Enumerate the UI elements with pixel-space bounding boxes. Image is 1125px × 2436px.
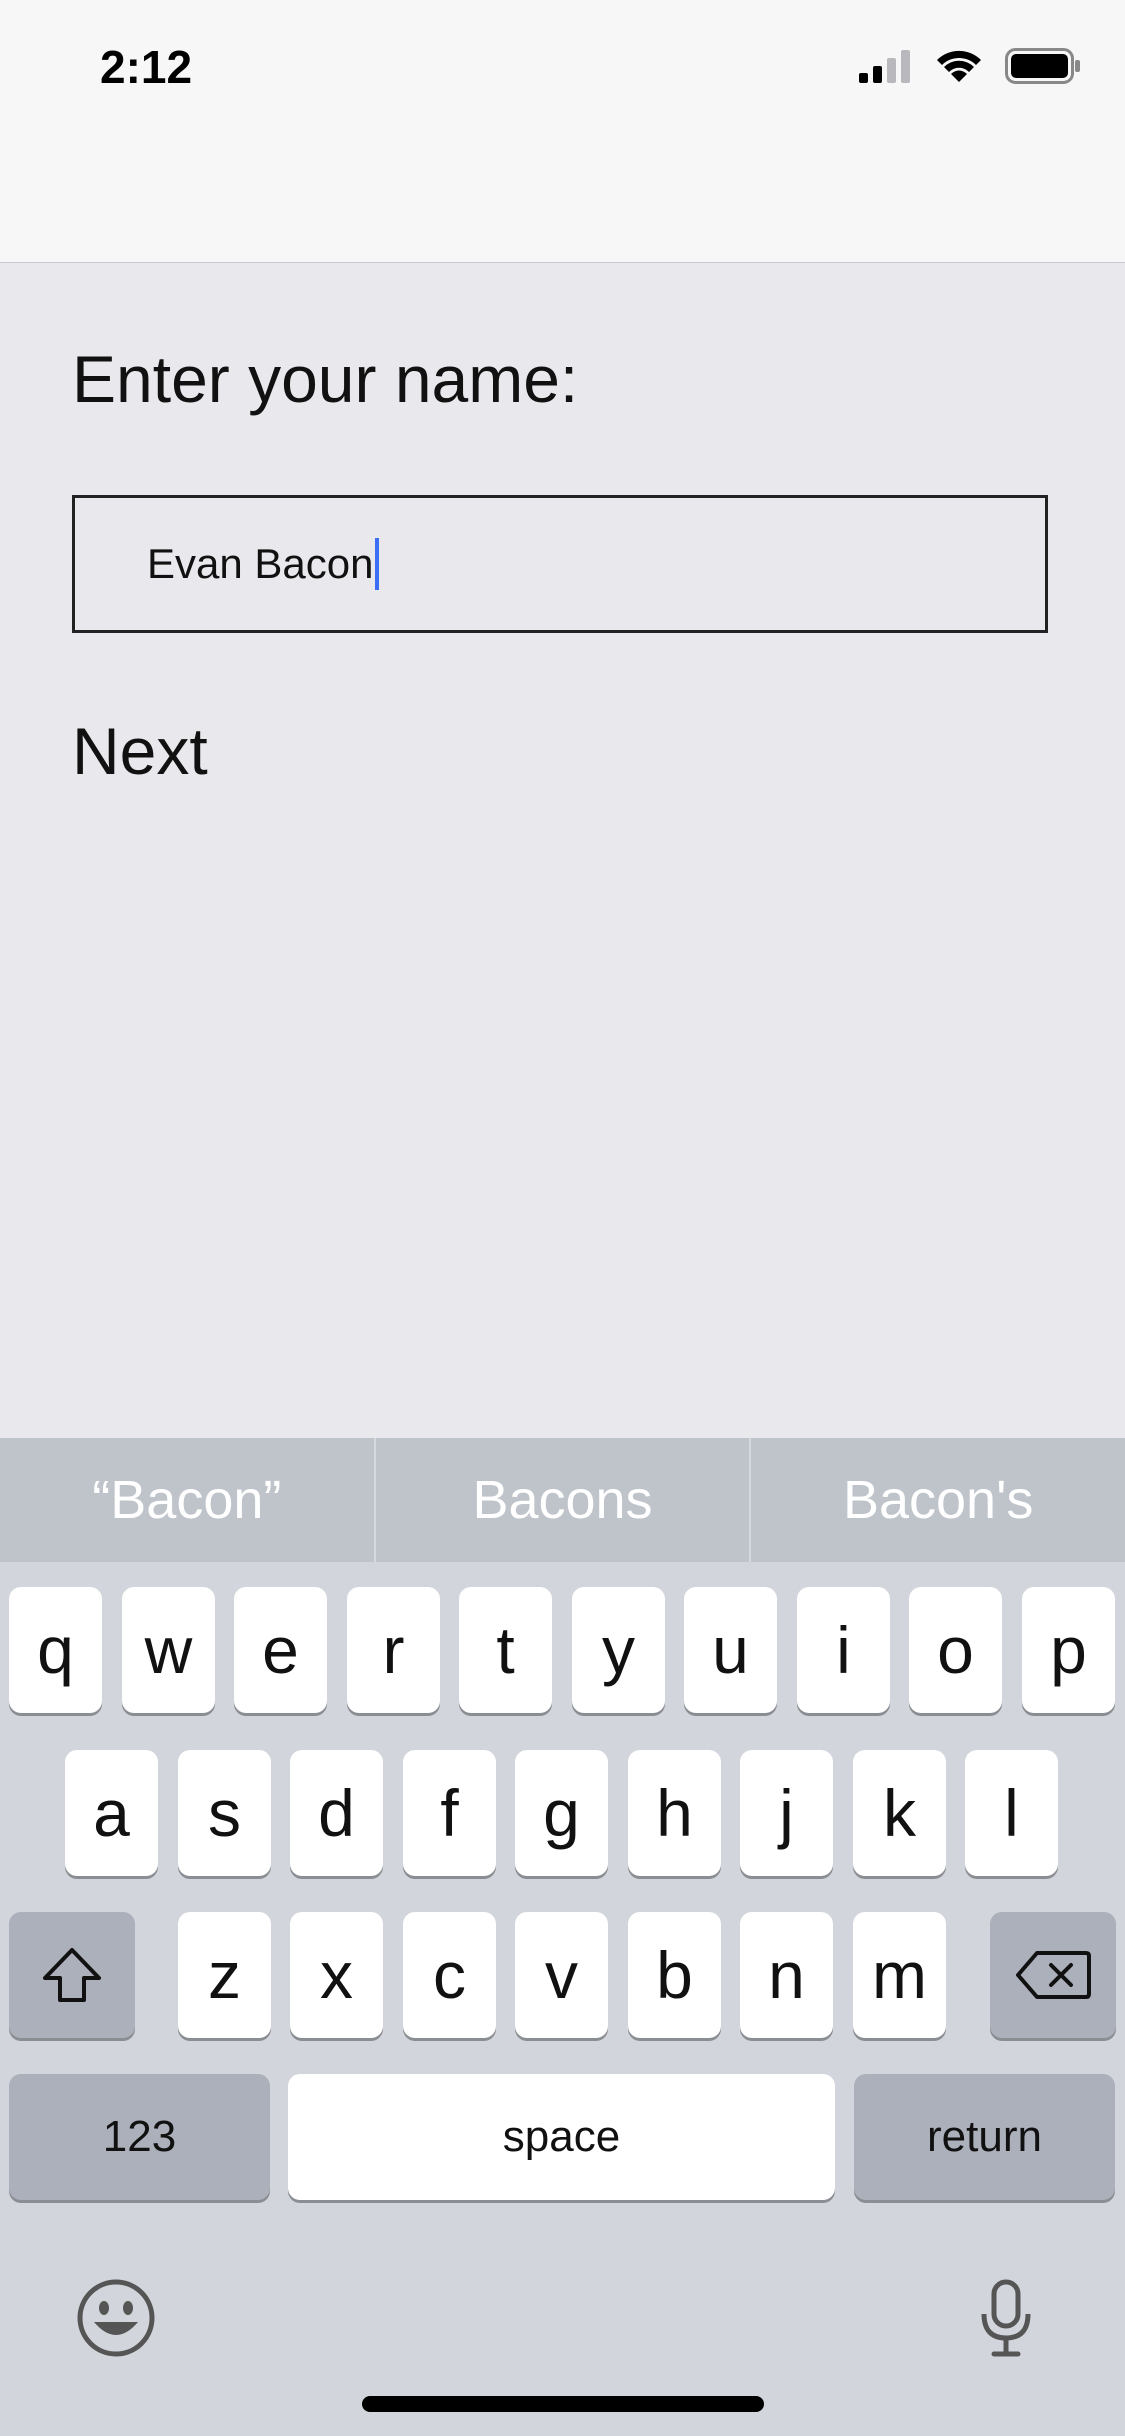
name-prompt: Enter your name: bbox=[72, 342, 579, 416]
key-z[interactable]: z bbox=[178, 1912, 271, 2038]
key-j[interactable]: j bbox=[740, 1750, 833, 1876]
numbers-key[interactable]: 123 bbox=[9, 2074, 270, 2200]
next-button[interactable]: Next bbox=[72, 713, 208, 789]
key-x[interactable]: x bbox=[290, 1912, 383, 2038]
key-f[interactable]: f bbox=[403, 1750, 496, 1876]
dictation-button[interactable] bbox=[978, 2278, 1034, 2358]
suggestion-item[interactable]: “Bacon” bbox=[0, 1438, 374, 1562]
key-c[interactable]: c bbox=[403, 1912, 496, 2038]
key-d[interactable]: d bbox=[290, 1750, 383, 1876]
key-p[interactable]: p bbox=[1022, 1587, 1115, 1713]
key-s[interactable]: s bbox=[178, 1750, 271, 1876]
key-n[interactable]: n bbox=[740, 1912, 833, 2038]
suggestion-item[interactable]: Bacon's bbox=[749, 1438, 1125, 1562]
key-a[interactable]: a bbox=[65, 1750, 158, 1876]
key-e[interactable]: e bbox=[234, 1587, 327, 1713]
key-o[interactable]: o bbox=[909, 1587, 1002, 1713]
text-cursor bbox=[374, 538, 379, 590]
emoji-icon bbox=[77, 2279, 155, 2357]
key-y[interactable]: y bbox=[572, 1587, 665, 1713]
suggestion-item[interactable]: Bacons bbox=[373, 1438, 750, 1562]
key-q[interactable]: q bbox=[9, 1587, 102, 1713]
return-key[interactable]: return bbox=[854, 2074, 1115, 2200]
emoji-button[interactable] bbox=[76, 2278, 156, 2358]
delete-icon bbox=[1016, 1951, 1091, 1999]
key-k[interactable]: k bbox=[853, 1750, 946, 1876]
home-indicator[interactable] bbox=[362, 2396, 764, 2412]
name-form: Enter your name: Evan Bacon Next bbox=[0, 263, 1125, 1438]
key-i[interactable]: i bbox=[797, 1587, 890, 1713]
status-icons bbox=[859, 48, 1081, 84]
name-input[interactable]: Evan Bacon bbox=[72, 495, 1048, 633]
wifi-icon bbox=[937, 50, 981, 82]
battery-icon bbox=[1005, 48, 1080, 84]
shift-key[interactable] bbox=[9, 1912, 135, 2038]
key-h[interactable]: h bbox=[628, 1750, 721, 1876]
status-time: 2:12 bbox=[100, 41, 193, 93]
key-v[interactable]: v bbox=[515, 1912, 608, 2038]
key-l[interactable]: l bbox=[965, 1750, 1058, 1876]
key-g[interactable]: g bbox=[515, 1750, 608, 1876]
key-r[interactable]: r bbox=[347, 1587, 440, 1713]
delete-key[interactable] bbox=[990, 1912, 1116, 2038]
suggestion-bar: “Bacon” Bacons Bacon's bbox=[0, 1438, 1125, 1562]
name-input-value: Evan Bacon bbox=[147, 540, 374, 587]
shift-icon bbox=[43, 1948, 101, 2002]
keyboard: “Bacon” Bacons Bacon's q w e r t y u i o… bbox=[0, 1438, 1125, 2436]
key-b[interactable]: b bbox=[628, 1912, 721, 2038]
status-bar: 2:12 bbox=[0, 0, 1125, 263]
cellular-signal-icon bbox=[859, 50, 910, 83]
key-t[interactable]: t bbox=[459, 1587, 552, 1713]
key-u[interactable]: u bbox=[684, 1587, 777, 1713]
microphone-icon bbox=[981, 2279, 1031, 2357]
key-w[interactable]: w bbox=[122, 1587, 215, 1713]
space-key[interactable]: space bbox=[288, 2074, 835, 2200]
key-m[interactable]: m bbox=[853, 1912, 946, 2038]
